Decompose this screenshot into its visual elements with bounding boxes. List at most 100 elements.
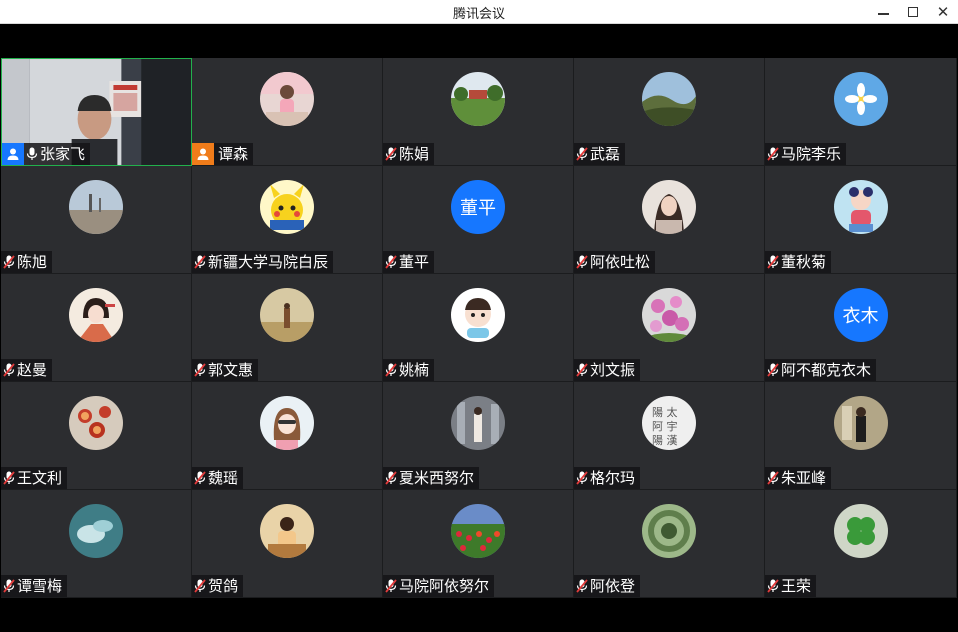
avatar-image: [451, 72, 505, 126]
participant-name: 夏米西努尔: [399, 469, 475, 487]
name-tag: 阿依登: [574, 575, 641, 597]
participant-tile[interactable]: 张家飞: [1, 58, 192, 166]
participant-name: 陈旭: [17, 253, 48, 271]
name-tag: 夏米西努尔: [383, 467, 480, 489]
participant-name: 阿不都克衣木: [781, 361, 872, 379]
mic-muted-icon: [765, 575, 781, 597]
avatar-image: [642, 180, 696, 234]
name-tag: 阿不都克衣木: [765, 359, 877, 381]
participant-tile[interactable]: 王文利: [1, 382, 192, 490]
avatar-image: [69, 288, 123, 342]
avatar-image: [260, 396, 314, 450]
svg-text:阿 宇: 阿 宇: [652, 420, 678, 433]
mic-muted-icon: [765, 467, 781, 489]
avatar-image: [642, 288, 696, 342]
name-tag: 武磊: [574, 143, 626, 165]
participant-tile[interactable]: 朱亚峰: [765, 382, 957, 490]
name-tag: 马院李乐: [765, 143, 847, 165]
text-avatar: 衣木: [833, 288, 888, 342]
participant-tile[interactable]: 陈娟: [383, 58, 574, 166]
participant-name: 朱亚峰: [781, 469, 827, 487]
avatar-image: [69, 504, 123, 558]
name-tag: 马院阿依努尔: [383, 575, 495, 597]
name-tag: 阿依吐松: [574, 251, 656, 273]
participant-name: 阿依吐松: [590, 253, 651, 271]
cohost-badge-icon: [192, 143, 214, 165]
participant-name: 阿依登: [590, 577, 636, 595]
name-tag: 董平: [383, 251, 435, 273]
text-avatar: 董平: [451, 180, 505, 234]
mic-muted-icon: [383, 467, 399, 489]
title-bar: 腾讯会议 ✕: [0, 0, 958, 24]
participant-tile[interactable]: 阿依吐松: [574, 166, 765, 274]
minimize-icon: [877, 13, 889, 15]
avatar-image: [642, 504, 696, 558]
host-badge-icon: [2, 143, 24, 165]
name-tag: 王文利: [1, 467, 68, 489]
avatar-image: [69, 180, 123, 234]
participant-name: 姚楠: [399, 361, 430, 379]
participant-name: 王荣: [781, 577, 812, 595]
participant-tile[interactable]: 赵曼: [1, 274, 192, 382]
close-button[interactable]: ✕: [928, 0, 958, 24]
participant-tile[interactable]: 夏米西努尔: [383, 382, 574, 490]
name-tag: 谭森: [192, 143, 254, 165]
name-tag: 贺鸽: [192, 575, 244, 597]
mic-muted-icon: [383, 575, 399, 597]
participant-tile[interactable]: 谭雪梅: [1, 490, 192, 598]
participant-name: 王文利: [17, 469, 63, 487]
name-tag: 董秋菊: [765, 251, 832, 273]
avatar-image: [642, 72, 696, 126]
participant-name: 郭文惠: [208, 361, 254, 379]
participant-name: 武磊: [590, 145, 621, 163]
mic-muted-icon: [1, 251, 17, 273]
participant-tile[interactable]: 衣木阿不都克衣木: [765, 274, 957, 382]
name-tag: 格尔玛: [574, 467, 641, 489]
mic-muted-icon: [383, 143, 399, 165]
name-tag: 陈娟: [383, 143, 435, 165]
name-tag: 魏瑶: [192, 467, 244, 489]
participant-tile[interactable]: 董秋菊: [765, 166, 957, 274]
mic-muted-icon: [1, 575, 17, 597]
participant-tile[interactable]: 陽 太阿 宇陽 漢格尔玛: [574, 382, 765, 490]
mic-muted-icon: [192, 359, 208, 381]
participant-tile[interactable]: 郭文惠: [192, 274, 383, 382]
meeting-stage: 张家飞 谭森 陈娟 武磊 马院李乐 陈旭 新疆大学马院白辰 董平 董平 阿依吐松 董秋菊 赵曼 郭文惠姚…: [0, 24, 958, 632]
participant-tile[interactable]: 刘文振: [574, 274, 765, 382]
participant-tile[interactable]: 阿依登: [574, 490, 765, 598]
participant-name: 马院李乐: [781, 145, 842, 163]
participant-grid: 张家飞 谭森 陈娟 武磊 马院李乐 陈旭 新疆大学马院白辰 董平 董平 阿依吐松 董秋菊 赵曼 郭文惠姚…: [1, 58, 957, 598]
mic-muted-icon: [383, 251, 399, 273]
minimize-button[interactable]: [868, 0, 898, 24]
participant-name: 张家飞: [40, 145, 86, 163]
mic-muted-icon: [192, 467, 208, 489]
participant-tile[interactable]: 马院李乐: [765, 58, 957, 166]
participant-tile[interactable]: 马院阿依努尔: [383, 490, 574, 598]
participant-tile[interactable]: 董平 董平: [383, 166, 574, 274]
avatar-image: [260, 72, 314, 126]
participant-tile[interactable]: 姚楠: [383, 274, 574, 382]
avatar-initials: 衣木: [842, 306, 879, 327]
maximize-button[interactable]: [898, 0, 928, 24]
avatar-image: [260, 288, 314, 342]
name-tag: 郭文惠: [192, 359, 259, 381]
mic-muted-icon: [765, 359, 781, 381]
avatar-image: [260, 180, 314, 234]
name-tag: 王荣: [765, 575, 817, 597]
mic-muted-icon: [574, 575, 590, 597]
name-tag: 谭雪梅: [1, 575, 68, 597]
participant-tile[interactable]: 王荣: [765, 490, 957, 598]
participant-tile[interactable]: 谭森: [192, 58, 383, 166]
participant-tile[interactable]: 新疆大学马院白辰: [192, 166, 383, 274]
avatar-initials: 董平: [460, 198, 496, 219]
participant-tile[interactable]: 武磊: [574, 58, 765, 166]
participant-tile[interactable]: 陈旭: [1, 166, 192, 274]
avatar-image: [69, 396, 123, 450]
participant-tile[interactable]: 魏瑶: [192, 382, 383, 490]
participant-name: 贺鸽: [208, 577, 239, 595]
mic-muted-icon: [574, 143, 590, 165]
maximize-icon: [908, 7, 918, 17]
avatar-image: [833, 72, 888, 126]
avatar-image: [833, 396, 888, 450]
participant-tile[interactable]: 贺鸽: [192, 490, 383, 598]
